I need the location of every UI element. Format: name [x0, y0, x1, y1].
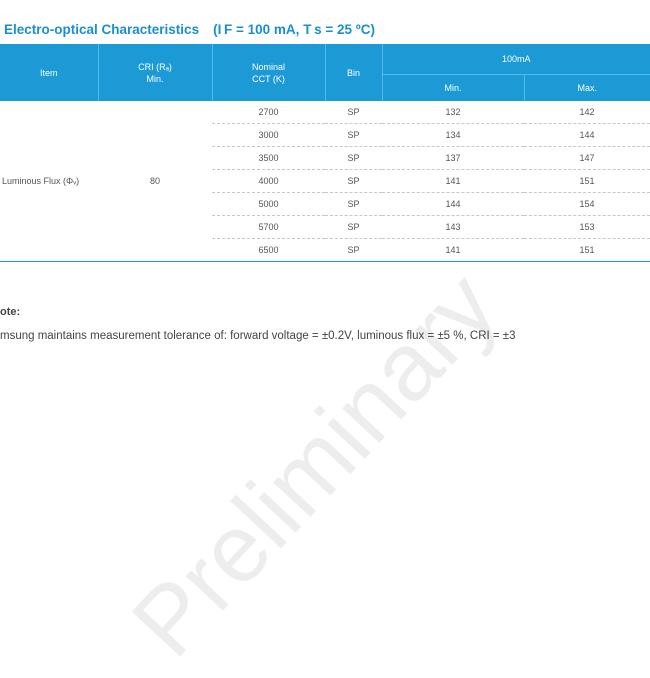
header-current: 100mA: [382, 44, 650, 75]
test-condition: (I F = 100 mA, T s = 25 ºC): [213, 22, 375, 37]
section-title-text: Electro-optical Characteristics: [4, 22, 200, 37]
max-cell: 142: [524, 101, 650, 124]
cct-cell: 6500: [212, 238, 325, 262]
electro-optical-table: Item CRI (Rₐ) Min. Nominal CCT (K) Bin 1…: [0, 44, 650, 262]
header-bin: Bin: [325, 44, 383, 101]
header-min: Min.: [382, 74, 525, 101]
header-cct-label: Nominal: [251, 61, 285, 72]
max-cell: 151: [524, 238, 650, 262]
cct-cell: 2700: [212, 101, 325, 124]
cct-cell: 4000: [212, 169, 325, 193]
min-cell: 132: [382, 101, 524, 124]
section-title: Electro-optical Characteristics (I F = 10…: [4, 22, 375, 37]
header-cri-label: CRI (Rₐ): [138, 61, 172, 72]
header-item: Item: [0, 44, 99, 101]
cct-cell: 5700: [212, 215, 325, 239]
bin-cell: SP: [325, 215, 382, 239]
max-cell: 151: [524, 169, 650, 193]
min-cell: 137: [382, 146, 524, 170]
max-cell: 144: [524, 123, 650, 147]
bin-cell: SP: [325, 169, 382, 193]
min-cell: 144: [382, 192, 524, 216]
bin-cell: SP: [325, 123, 382, 147]
min-cell: 143: [382, 215, 524, 239]
cri-cell: 80: [98, 101, 212, 262]
max-cell: 154: [524, 192, 650, 216]
bin-cell: SP: [325, 146, 382, 170]
preliminary-watermark: Preliminary: [111, 252, 518, 677]
note-heading: ote:: [0, 306, 21, 318]
header-cct-sub: CCT (K): [252, 73, 285, 84]
bin-cell: SP: [325, 238, 382, 262]
cct-cell: 3000: [212, 123, 325, 147]
max-cell: 153: [524, 215, 650, 239]
min-cell: 141: [382, 238, 524, 262]
cct-cell: 5000: [212, 192, 325, 216]
header-cct: Nominal CCT (K): [212, 44, 326, 101]
electro-optical-table-wrap: Item CRI (Rₐ) Min. Nominal CCT (K) Bin 1…: [0, 44, 650, 262]
min-cell: 134: [382, 123, 524, 147]
cct-cell: 3500: [212, 146, 325, 170]
header-cri-sub: Min.: [146, 73, 164, 84]
header-max: Max.: [524, 74, 650, 101]
header-cri: CRI (Rₐ) Min.: [98, 44, 213, 101]
max-cell: 147: [524, 146, 650, 170]
note-text: msung maintains measurement tolerance of…: [0, 330, 516, 342]
item-cell: Luminous Flux (Φᵥ): [0, 101, 98, 262]
min-cell: 141: [382, 169, 524, 193]
table-row: Luminous Flux (Φᵥ) 80 2700 SP 132 142: [0, 101, 650, 262]
bin-cell: SP: [325, 192, 382, 216]
bin-cell: SP: [325, 101, 382, 124]
